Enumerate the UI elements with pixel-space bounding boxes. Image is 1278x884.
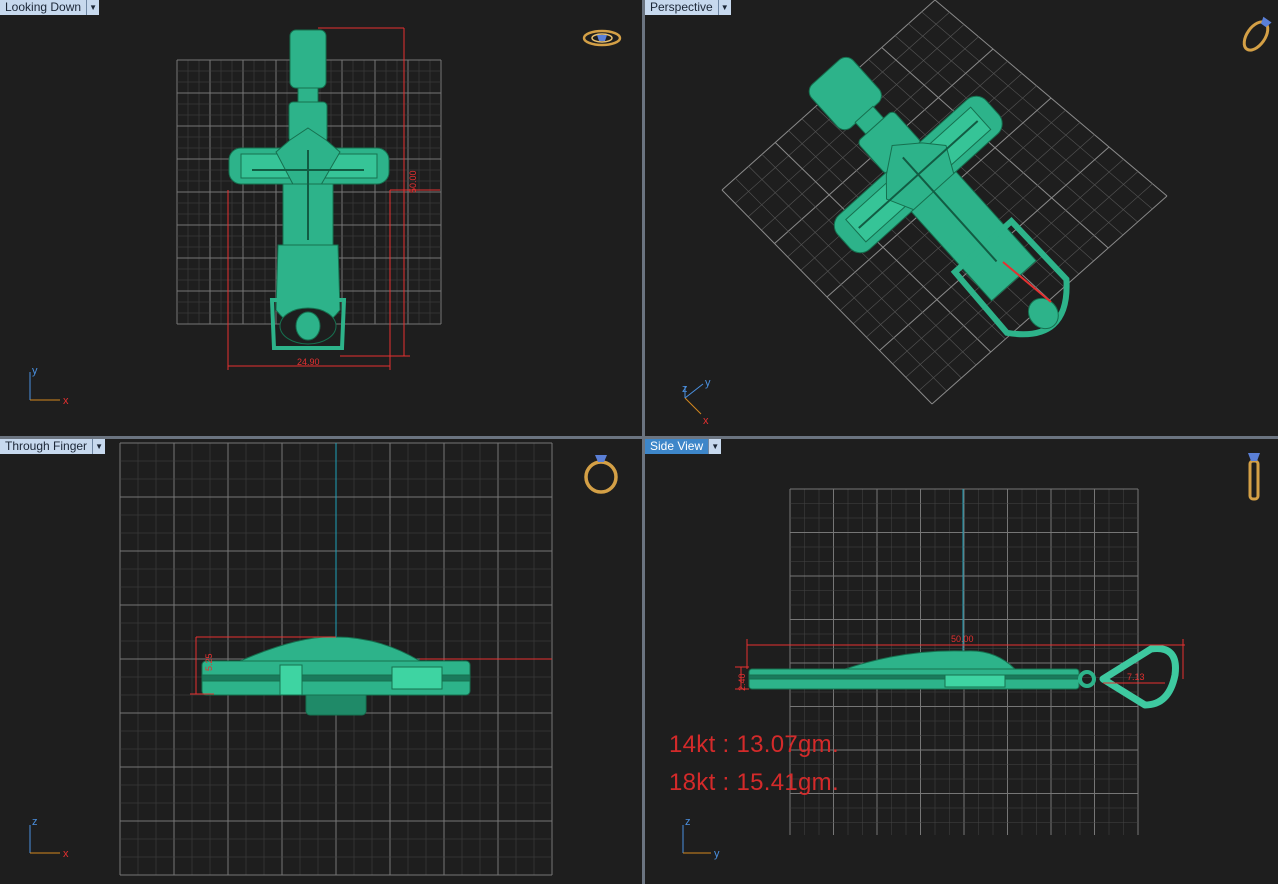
svg-text:x: x: [63, 395, 69, 407]
svg-text:z: z: [685, 816, 691, 828]
viewport-label-text: Through Finger: [0, 439, 94, 454]
svg-text:y: y: [32, 365, 38, 377]
ring-front-icon[interactable]: [584, 455, 618, 494]
chevron-down-icon[interactable]: ▼: [87, 0, 100, 15]
pendant-model: [748, 645, 1179, 709]
viewport-divider-horizontal[interactable]: [0, 436, 1278, 439]
dim-depth-label: 2.40: [737, 673, 747, 691]
viewport-label-text: Looking Down: [0, 0, 88, 15]
pendant-model: [808, 56, 1070, 338]
pendant-model: [228, 29, 390, 350]
viewport-through-finger[interactable]: Through Finger ▼ 5.25 z x: [0, 439, 642, 884]
svg-text:x: x: [63, 848, 69, 860]
dim-height-label: 50.00: [408, 170, 418, 193]
viewport-label-looking-down[interactable]: Looking Down ▼: [0, 0, 100, 15]
pendant-model: [201, 636, 471, 716]
weight-14kt: 14kt : 13.07gm.: [669, 731, 839, 758]
viewport-label-text: Perspective: [645, 0, 719, 15]
dim-thickness-label: 5.25: [204, 653, 214, 671]
ring-perspective-icon[interactable]: [1239, 14, 1274, 54]
axis-gizmo: z y: [682, 816, 720, 860]
viewport-label-side-view[interactable]: Side View ▼: [645, 439, 722, 454]
axis-gizmo: y x: [29, 365, 69, 407]
weight-18kt: 18kt : 15.41gm.: [669, 769, 839, 796]
viewport-looking-down[interactable]: Looking Down ▼ 24.90 50.00 y x: [0, 0, 642, 436]
axis-gizmo: z x: [29, 816, 69, 860]
ring-side-icon[interactable]: [1248, 453, 1260, 501]
viewport-label-through-finger[interactable]: Through Finger ▼: [0, 439, 106, 454]
chevron-down-icon[interactable]: ▼: [718, 0, 731, 15]
viewport-label-text: Side View: [645, 439, 710, 454]
chevron-down-icon[interactable]: ▼: [709, 439, 722, 454]
dim-length-label: 50.00: [951, 634, 974, 644]
viewport-side-view[interactable]: Side View ▼ 50.00 2.40 7.13 z y 14kt: 1…: [645, 439, 1278, 884]
viewport-label-perspective[interactable]: Perspective ▼: [645, 0, 731, 15]
viewport-perspective[interactable]: Perspective ▼ z y x: [645, 0, 1278, 436]
svg-text:x: x: [703, 415, 709, 427]
scene-side-view: 50.00 2.40 7.13 z y: [682, 453, 1260, 860]
dim-bail-label: 7.13: [1127, 672, 1145, 682]
dim-width-label: 24.90: [297, 357, 320, 367]
svg-text:y: y: [714, 848, 720, 860]
scene-through-finger: 5.25 z x: [29, 442, 618, 876]
ring-top-icon[interactable]: [582, 29, 622, 47]
svg-text:z: z: [32, 816, 38, 828]
axis-gizmo: z y x: [682, 377, 711, 427]
svg-text:z: z: [682, 383, 688, 395]
scene-looking-down: 24.90 50.00 y x: [29, 27, 622, 407]
scene-perspective: z y x: [682, 0, 1274, 427]
chevron-down-icon[interactable]: ▼: [93, 439, 106, 454]
svg-text:y: y: [705, 377, 711, 389]
